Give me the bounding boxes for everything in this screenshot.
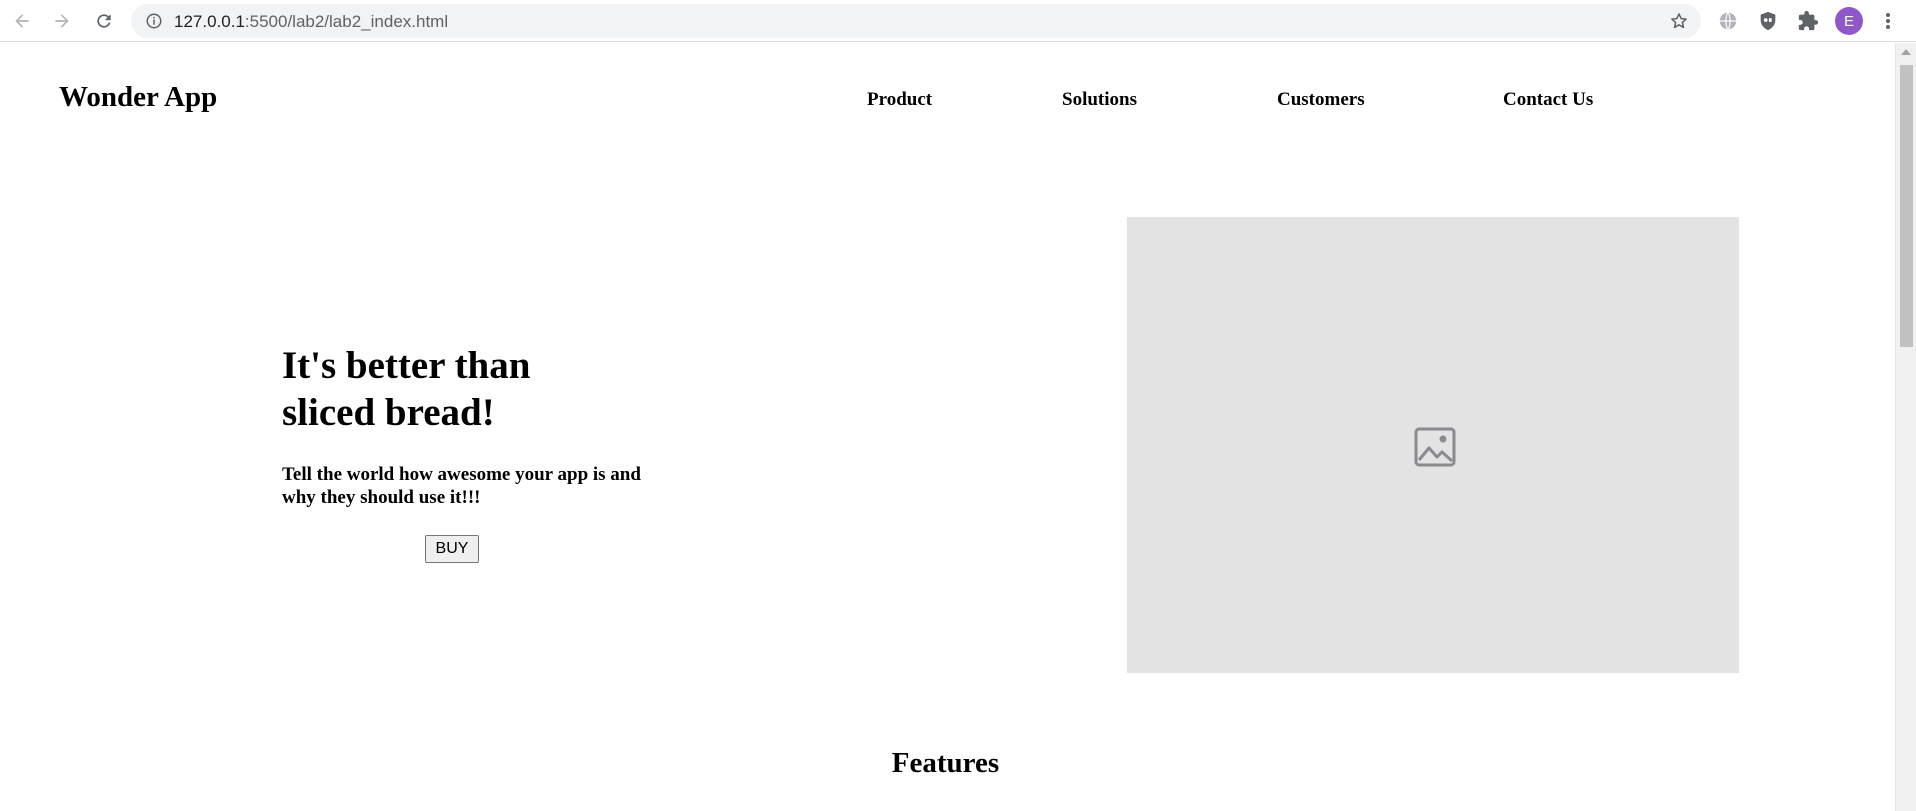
puzzle-icon	[1798, 10, 1819, 31]
address-bar[interactable]: 127.0.0.1:5500/lab2/lab2_index.html	[131, 4, 1701, 38]
broken-image-icon	[1414, 427, 1456, 467]
forward-button[interactable]	[50, 9, 74, 33]
browser-toolbar: 127.0.0.1:5500/lab2/lab2_index.html E	[0, 0, 1916, 42]
profile-avatar[interactable]: E	[1835, 7, 1863, 35]
shield-extension-button[interactable]	[1756, 9, 1780, 33]
page-content: Wonder App Product Solutions Customers C…	[0, 43, 1895, 811]
back-icon	[15, 14, 29, 28]
scroll-up-arrow-icon[interactable]	[1901, 49, 1911, 55]
vertical-scrollbar[interactable]	[1895, 43, 1916, 811]
kebab-icon[interactable]	[1880, 9, 1896, 33]
brand-logo-text[interactable]: Wonder App	[59, 81, 217, 114]
reload-button[interactable]	[92, 9, 116, 33]
hero-title: It's better than sliced bread!	[282, 342, 602, 436]
extensions-button[interactable]	[1796, 9, 1820, 33]
scrollbar-thumb[interactable]	[1900, 65, 1913, 347]
globe-extension-button[interactable]	[1716, 9, 1740, 33]
hero-title-line-2: sliced bread!	[282, 391, 495, 434]
hero-title-line-1: It's better than	[282, 344, 531, 387]
hero-subtitle-line-1: Tell the world how awesome your app is a…	[282, 464, 641, 485]
hero-subtitle: Tell the world how awesome your app is a…	[282, 463, 682, 509]
star-icon[interactable]	[1669, 11, 1689, 31]
nav-item-solutions[interactable]: Solutions	[1062, 89, 1137, 111]
info-icon[interactable]	[145, 12, 163, 30]
features-heading: Features	[891, 747, 1000, 779]
url-path: :5500/lab2/lab2_index.html	[244, 12, 449, 31]
nav-item-product[interactable]: Product	[867, 89, 932, 111]
forward-icon	[55, 14, 69, 28]
url-text[interactable]: 127.0.0.1:5500/lab2/lab2_index.html	[174, 12, 448, 32]
hero-subtitle-line-2: why they should use it!!!	[282, 487, 481, 508]
reload-icon	[97, 14, 111, 28]
globe-icon	[1719, 12, 1737, 30]
buy-button[interactable]: BUY	[425, 535, 479, 563]
nav-item-customers[interactable]: Customers	[1277, 89, 1365, 111]
shield-icon	[1760, 11, 1776, 31]
hero-image-placeholder	[1127, 217, 1739, 673]
url-host: 127.0.0.1	[174, 12, 245, 31]
back-button[interactable]	[10, 9, 34, 33]
nav-item-contact-us[interactable]: Contact Us	[1503, 89, 1593, 111]
